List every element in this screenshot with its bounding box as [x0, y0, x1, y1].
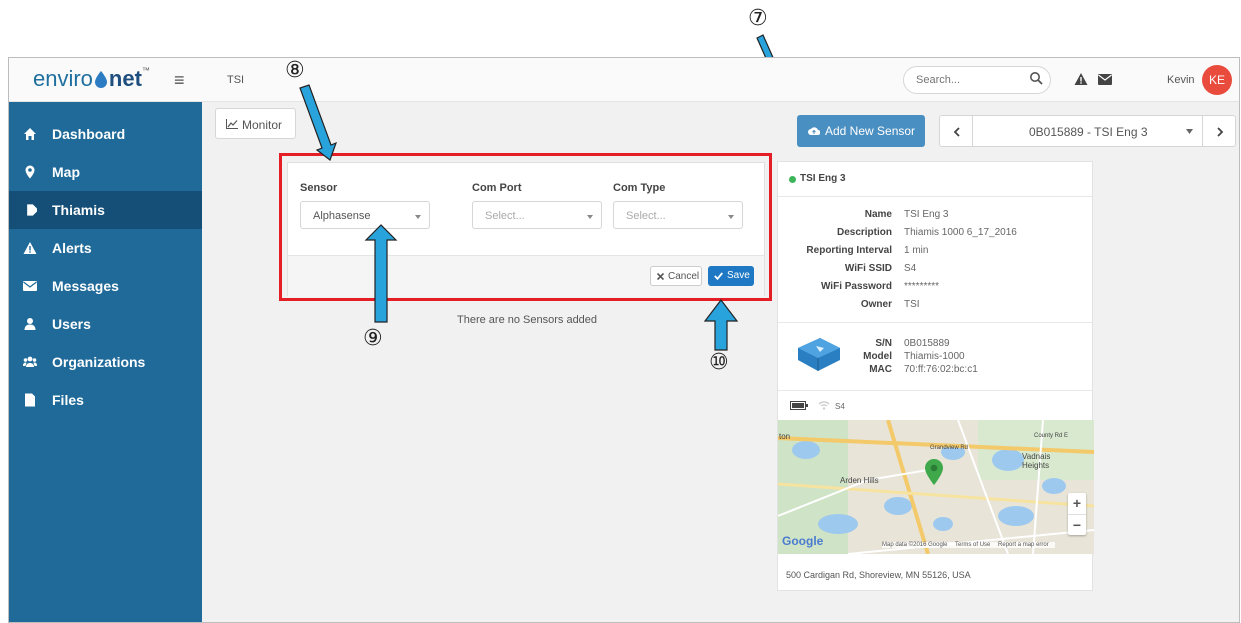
annotation-arrows [299, 84, 739, 351]
